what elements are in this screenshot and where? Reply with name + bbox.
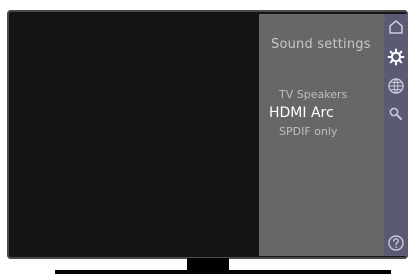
sound-options: TV Speakers HDMI Arc SPDIF only (269, 89, 379, 143)
tv-stand-base (55, 270, 391, 274)
search-icon[interactable] (387, 105, 405, 123)
tv-speakers-option[interactable]: TV Speakers (279, 89, 379, 100)
home-icon[interactable] (387, 18, 405, 36)
hdmi-arc-option[interactable]: HDMI Arc (269, 106, 379, 120)
tv-stand-neck (187, 258, 229, 270)
tv-screen (12, 14, 259, 256)
settings-sidebar (384, 14, 408, 256)
help-icon[interactable] (387, 234, 405, 252)
panel-title: Sound settings (271, 37, 371, 52)
spdif-only-option[interactable]: SPDIF only (279, 126, 379, 137)
globe-icon[interactable] (387, 77, 405, 95)
sound-settings-panel: Sound settings TV Speakers HDMI Arc SPDI… (259, 14, 384, 256)
settings-icon[interactable] (387, 48, 405, 66)
